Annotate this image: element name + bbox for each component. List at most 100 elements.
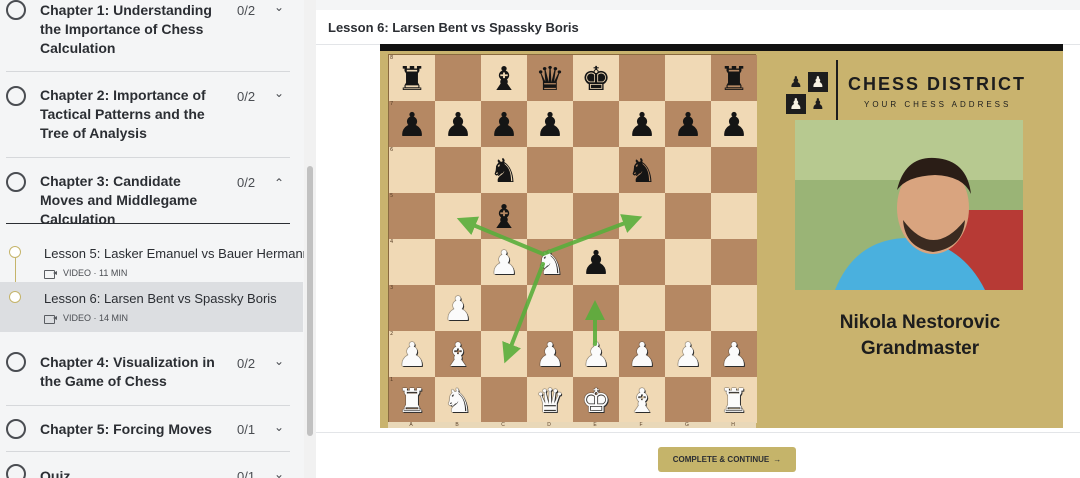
- board-square-e2: ♟: [573, 331, 619, 377]
- rank-label: 4: [390, 239, 394, 245]
- lesson-status-dot-icon: [9, 246, 21, 258]
- board-square-c1: [481, 377, 527, 423]
- file-label: D: [547, 422, 551, 428]
- chevron-down-icon[interactable]: ⌄: [274, 0, 284, 14]
- presenter-name: Nikola Nestorovic: [839, 312, 1001, 333]
- board-square-h6: [711, 147, 757, 193]
- black-pawn-icon: ♟: [535, 104, 565, 144]
- white-rook-icon: ♜: [719, 380, 749, 420]
- lesson-item-6[interactable]: Lesson 6: Larsen Bent vs Spassky Boris V…: [0, 282, 303, 332]
- chevron-down-icon[interactable]: ⌄: [274, 86, 284, 100]
- board-square-a2: 2 ♟: [389, 331, 435, 377]
- black-rook-icon: ♜: [719, 58, 749, 98]
- lesson-meta: VIDEO · 14 MIN: [44, 313, 129, 324]
- video-player[interactable]: 8 ♜ ♝ ♛ ♚ ♜ 7 ♟ ♟ ♟ ♟ ♟ ♟ ♟ 6 ♞ ♞ 5 ♝ 4 ♟ ♞ ♟ 3 ♟ 2 ♟ ♝ ♟ ♟ ♟ ♟ ♟ 1 ♜ ♞ ♛ ♚ ♝ ♜…: [380, 44, 1063, 428]
- chapter-progress-count: 0/2: [237, 89, 256, 104]
- board-square-h3: [711, 285, 757, 331]
- white-pawn-icon: ♟: [443, 288, 473, 328]
- white-knight-icon: ♞: [443, 380, 473, 420]
- board-square-a1: 1 ♜: [389, 377, 435, 423]
- chapter-3[interactable]: Chapter 3: Candidate Moves and Middlegam…: [6, 158, 290, 227]
- board-square-b4: [435, 239, 481, 285]
- chapter-1[interactable]: Chapter 1: Understanding the Importance …: [6, 0, 290, 72]
- quiz[interactable]: Quiz 0/1 ⌄: [6, 452, 290, 478]
- board-file-labels: A B C D E F G H: [388, 422, 756, 428]
- lesson-meta-text: VIDEO · 14 MIN: [63, 313, 129, 323]
- brand-divider: [836, 60, 838, 122]
- black-bishop-icon: ♝: [489, 196, 519, 236]
- video-top-bar: [380, 44, 1063, 51]
- chapter-title: Chapter 1: Understanding the Importance …: [40, 2, 212, 56]
- chess-district-logo-icon: ♟ ♟ ♟ ♟: [786, 72, 828, 114]
- complete-continue-button[interactable]: COMPLETE & CONTINUE →: [658, 447, 796, 472]
- file-label: F: [639, 422, 643, 428]
- white-king-icon: ♚: [581, 380, 611, 420]
- file-label: C: [501, 422, 505, 428]
- brand-tagline: YOUR CHESS ADDRESS: [864, 100, 1012, 109]
- progress-circle-icon: [6, 0, 26, 20]
- lesson-footer: COMPLETE & CONTINUE →: [316, 432, 1080, 478]
- board-square-e4: ♟: [573, 239, 619, 285]
- board-square-g3: [665, 285, 711, 331]
- black-knight-icon: ♞: [489, 150, 519, 190]
- chapter-title: Chapter 2: Importance of Tactical Patter…: [40, 87, 206, 141]
- black-pawn-icon: ♟: [489, 104, 519, 144]
- black-queen-icon: ♛: [535, 58, 565, 98]
- black-pawn-icon: ♟: [719, 104, 749, 144]
- chapter-2[interactable]: Chapter 2: Importance of Tactical Patter…: [6, 72, 290, 158]
- lesson-item-5[interactable]: Lesson 5: Lasker Emanuel vs Bauer Herman…: [0, 237, 304, 287]
- board-square-b7: ♟: [435, 101, 481, 147]
- chapter-4[interactable]: Chapter 4: Visualization in the Game of …: [6, 340, 290, 406]
- board-square-d4: ♞: [527, 239, 573, 285]
- file-label: H: [731, 422, 735, 428]
- board-square-g5: [665, 193, 711, 239]
- rank-label: 7: [390, 101, 394, 107]
- rank-label: 6: [390, 147, 394, 153]
- video-camera-icon: [44, 314, 58, 324]
- board-square-b6: [435, 147, 481, 193]
- board-square-e8: ♚: [573, 55, 619, 101]
- board-square-b1: ♞: [435, 377, 481, 423]
- course-sidebar: Chapter 1: Understanding the Importance …: [0, 0, 304, 478]
- board-square-c8: ♝: [481, 55, 527, 101]
- white-queen-icon: ♛: [535, 380, 565, 420]
- white-knight-icon: ♞: [535, 242, 565, 282]
- board-square-h4: [711, 239, 757, 285]
- black-knight-icon: ♞: [627, 150, 657, 190]
- board-square-e6: [573, 147, 619, 193]
- lesson-meta-text: VIDEO · 11 MIN: [63, 268, 128, 278]
- chevron-down-icon[interactable]: ⌄: [274, 467, 284, 478]
- board-square-c4: ♟: [481, 239, 527, 285]
- chevron-down-icon[interactable]: ⌄: [274, 420, 284, 434]
- black-bishop-icon: ♝: [489, 58, 519, 98]
- chapter-5[interactable]: Chapter 5: Forcing Moves 0/1 ⌄: [6, 406, 290, 452]
- lesson-meta: VIDEO · 11 MIN: [44, 268, 128, 279]
- board-square-g2: ♟: [665, 331, 711, 377]
- chapter-progress-count: 0/2: [237, 356, 256, 371]
- complete-continue-label: COMPLETE & CONTINUE: [672, 455, 770, 464]
- chapter-title: Chapter 4: Visualization in the Game of …: [40, 354, 215, 389]
- board-square-f4: [619, 239, 665, 285]
- board-square-c6: ♞: [481, 147, 527, 193]
- chevron-down-icon[interactable]: ⌄: [274, 354, 284, 368]
- board-square-a4: 4: [389, 239, 435, 285]
- chapter-title: Quiz: [40, 468, 71, 478]
- board-square-d8: ♛: [527, 55, 573, 101]
- board-square-g8: [665, 55, 711, 101]
- board-square-e7: [573, 101, 619, 147]
- lesson-status-dot-icon: [9, 291, 21, 303]
- board-square-h7: ♟: [711, 101, 757, 147]
- rank-label: 1: [390, 377, 394, 383]
- board-square-a7: 7 ♟: [389, 101, 435, 147]
- board-square-d3: [527, 285, 573, 331]
- board-square-b5: [435, 193, 481, 239]
- board-square-d1: ♛: [527, 377, 573, 423]
- chevron-up-icon[interactable]: ⌃: [274, 176, 284, 190]
- file-label: B: [455, 422, 459, 428]
- board-square-f8: [619, 55, 665, 101]
- rank-label: 3: [390, 285, 394, 291]
- board-square-b2: ♝: [435, 331, 481, 377]
- board-square-e5: [573, 193, 619, 239]
- sidebar-scrollbar-thumb[interactable]: [307, 166, 313, 436]
- board-square-a8: 8 ♜: [389, 55, 435, 101]
